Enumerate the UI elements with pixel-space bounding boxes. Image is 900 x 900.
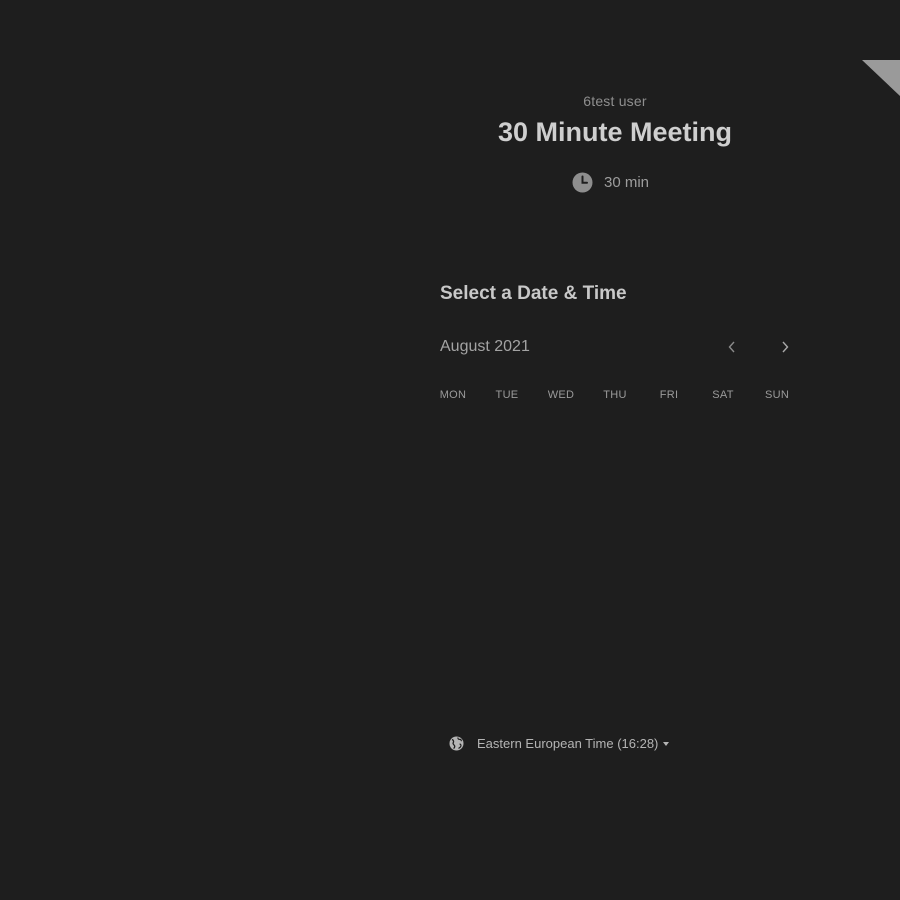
weekday-mon: MON [439, 389, 467, 401]
event-duration: 30 min [572, 172, 649, 193]
month-label: August 2021 [440, 338, 530, 355]
weekday-thu: THU [603, 389, 627, 401]
host-name: 6test user [583, 93, 647, 109]
booking-page: 6test user 30 Minute Meeting 30 min Sele… [0, 0, 900, 900]
chevron-left-icon [728, 341, 735, 353]
clock-icon [572, 172, 593, 193]
weekday-tue: TUE [495, 389, 519, 401]
event-title: 30 Minute Meeting [497, 117, 733, 147]
timezone-selector[interactable]: Eastern European Time (16:28) [449, 736, 670, 751]
next-month-button[interactable] [774, 336, 796, 358]
caret-down-icon [663, 742, 670, 746]
duration-label: 30 min [604, 174, 650, 191]
weekday-wed: WED [547, 389, 575, 401]
weekday-fri: FRI [659, 389, 679, 401]
weekday-sat: SAT [712, 389, 734, 401]
timezone-label: Eastern European Time (16:28) [477, 736, 659, 751]
chevron-right-icon [782, 341, 789, 353]
weekday-header: MON TUE WED THU FRI SAT SUN [426, 389, 804, 401]
corner-ribbon[interactable] [862, 60, 900, 96]
weekday-sun: SUN [764, 389, 790, 401]
section-title: Select a Date & Time [440, 283, 627, 304]
previous-month-button[interactable] [721, 336, 743, 358]
globe-icon [449, 736, 464, 751]
